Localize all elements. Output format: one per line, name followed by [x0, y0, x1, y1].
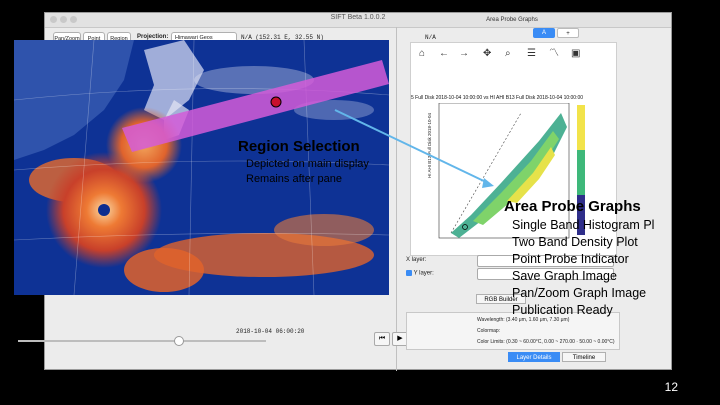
cursor-value: N/A [425, 34, 436, 41]
add-graph-tab-button[interactable]: + [557, 28, 579, 38]
y-layer-checkbox[interactable]: Y layer: [406, 270, 434, 277]
home-icon[interactable]: ⌂ [419, 49, 425, 59]
color-limits-detail: Color Limits: (0.30 ~ 60.00°C, 0.00 ~ 27… [477, 339, 615, 345]
wavelength-detail: Wavelength: (3.40 μm, 1.60 μm, 7.30 μm) [477, 317, 570, 323]
region-note-1: Depicted on main display [246, 158, 369, 170]
graph-title: 5 Full Disk 2018-10-04 10:00:00 vs HI AH… [411, 95, 584, 101]
edit-axis-icon[interactable]: 〽 [549, 49, 559, 59]
area-feature-6: Publication Ready [512, 303, 613, 317]
tab-layer-details[interactable]: Layer Details [508, 352, 560, 362]
timeline-track[interactable] [18, 340, 266, 342]
y-axis-label: HI AHI B13 Full Disk 2018-10-04 [427, 112, 432, 178]
save-icon[interactable]: ▣ [571, 49, 580, 59]
area-probe-heading: Area Probe Graphs [504, 198, 641, 215]
timeline-slider-handle[interactable] [174, 336, 184, 346]
configure-subplots-icon[interactable]: ☰ [527, 49, 536, 59]
back-arrow-icon[interactable]: ← [439, 49, 449, 59]
area-feature-3: Point Probe Indicator [512, 252, 629, 266]
region-note-2: Remains after pane [246, 173, 342, 185]
layer-details-panel: Wavelength: (3.40 μm, 1.60 μm, 7.30 μm) … [406, 312, 620, 350]
zoom-icon[interactable]: ⌕ [505, 49, 511, 59]
slide-number: 12 [664, 380, 678, 394]
pan-icon[interactable]: ✥ [483, 49, 491, 59]
tab-timeline[interactable]: Timeline [562, 352, 606, 362]
graph-tab-a[interactable]: A [533, 28, 555, 38]
previous-frame-button[interactable]: ⏮ [374, 332, 390, 346]
area-feature-5: Pan/Zoom Graph Image [512, 286, 647, 300]
area-feature-1: Single Band Histogram Pl [512, 218, 655, 232]
area-probe-panel-title: Area Probe Graphs [486, 17, 538, 23]
y-layer-label: Y layer: [413, 270, 434, 277]
timeline-area: 2018-10-04 06:00:20 ⏮ ▶ [14, 320, 408, 354]
timeline-timestamp: 2018-10-04 06:00:20 [236, 328, 305, 335]
colormap-detail: Colormap: [477, 328, 501, 334]
region-selection-heading: Region Selection [238, 138, 360, 155]
area-feature-2: Two Band Density Plot [512, 235, 638, 249]
area-feature-4: Save Graph Image [512, 269, 617, 283]
point-probe-marker [270, 96, 282, 108]
x-layer-label: X layer: [406, 257, 427, 263]
panel-divider[interactable] [396, 27, 397, 371]
forward-arrow-icon[interactable]: → [459, 49, 469, 59]
